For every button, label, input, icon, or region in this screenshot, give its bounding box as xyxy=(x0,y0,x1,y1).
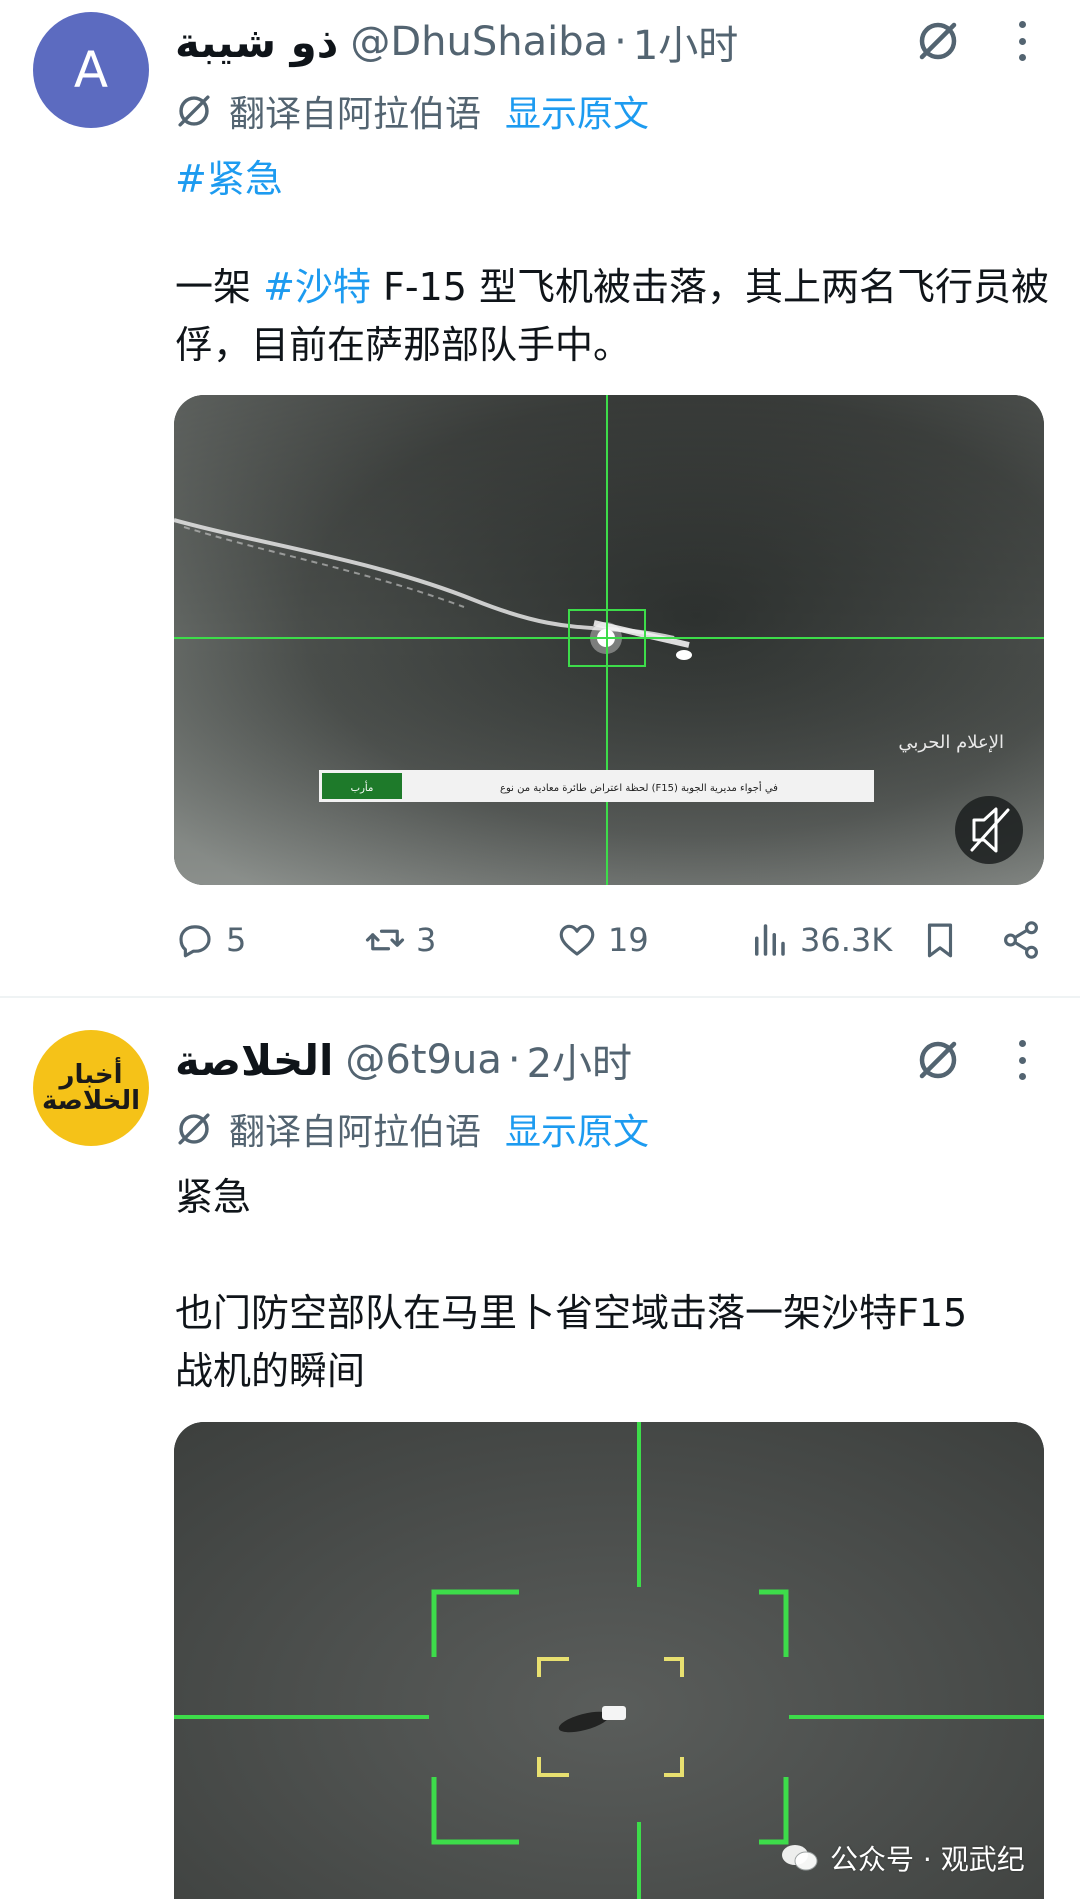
like-count: 19 xyxy=(608,921,649,959)
user-handle[interactable]: @DhuShaiba xyxy=(350,19,608,65)
grok-translate-icon xyxy=(178,1113,210,1145)
tweet-line-urgent: 紧急 xyxy=(175,1175,252,1219)
reply-icon xyxy=(179,925,211,958)
user-handle[interactable]: @6t9ua xyxy=(345,1037,501,1083)
views-icon xyxy=(755,924,785,956)
reply-button[interactable]: 5 xyxy=(174,910,246,970)
wechat-icon xyxy=(782,1845,818,1871)
more-options-icon[interactable] xyxy=(1016,1040,1028,1080)
translation-bar: 翻译自阿拉伯语 显示原文 xyxy=(175,86,649,136)
hashtag-link[interactable]: #沙特 xyxy=(263,265,371,309)
translation-bar: 翻译自阿拉伯语 显示原文 xyxy=(175,1104,649,1154)
show-original-link[interactable]: 显示原文 xyxy=(505,1103,649,1155)
grok-translate-icon xyxy=(178,95,210,127)
separator-dot: · xyxy=(507,1037,521,1083)
share-icon xyxy=(1004,921,1038,959)
tweet-header: ذو شيبة @DhuShaiba · 1小时 xyxy=(175,14,738,70)
hashtag-line: #紧急 xyxy=(175,150,1055,208)
repost-button[interactable]: 3 xyxy=(364,910,436,970)
video-player[interactable] xyxy=(174,1422,1044,1899)
bookmark-icon xyxy=(927,923,953,958)
display-name[interactable]: ذو شيبة xyxy=(175,18,338,67)
share-button[interactable] xyxy=(1000,910,1042,970)
reply-count: 5 xyxy=(226,921,247,959)
repost-icon xyxy=(365,929,405,951)
body-text: 一架 xyxy=(175,265,264,309)
view-count: 36.3K xyxy=(800,921,893,959)
tweet-actions: 5 3 19 36.3K xyxy=(174,910,1044,970)
avatar[interactable]: أخبار الخلاصة xyxy=(33,1030,149,1146)
tweet-1[interactable]: A ذو شيبة @DhuShaiba · 1小时 翻译自阿拉伯语 显示原文 … xyxy=(0,0,1080,998)
timestamp[interactable]: 2小时 xyxy=(527,1031,632,1089)
grok-icon[interactable] xyxy=(916,19,960,63)
avatar[interactable]: A xyxy=(33,12,149,128)
video-player[interactable]: الإعلام الحربي مأرب لحظة اعتراض طائرة مع… xyxy=(174,395,1044,885)
heart-icon xyxy=(559,924,595,956)
avatar-letter: A xyxy=(73,41,109,99)
channel-logo: الإعلام الحربي xyxy=(898,732,1004,753)
tweet-body: 一架 #沙特 F-15 型飞机被击落，其上两名飞行员被俘，目前在萨那部队手中。 xyxy=(175,258,1055,374)
tweet-2[interactable]: أخبار الخلاصة الخلاصة @6t9ua · 2小时 翻译自阿拉… xyxy=(0,1000,1080,1899)
hashtag-link[interactable]: #紧急 xyxy=(175,157,283,201)
grok-icon[interactable] xyxy=(916,1038,960,1082)
display-name[interactable]: الخلاصة xyxy=(175,1036,333,1085)
like-button[interactable]: 19 xyxy=(556,910,649,970)
tweet-divider xyxy=(0,996,1080,998)
mute-button[interactable] xyxy=(955,796,1023,864)
avatar-text-line1: أخبار xyxy=(59,1060,123,1090)
ticker-text: لحظة اعتراض طائرة معادية من نوع (F15) في… xyxy=(500,781,778,794)
more-options-icon[interactable] xyxy=(1016,21,1028,61)
watermark: 公众号 · 观武纪 xyxy=(780,1836,1025,1880)
video-frame: الإعلام الحربي مأرب لحظة اعتراض طائرة مع… xyxy=(174,395,1044,885)
separator-dot: · xyxy=(614,19,627,65)
repost-count: 3 xyxy=(416,921,437,959)
tweet-header: الخلاصة @6t9ua · 2小时 xyxy=(175,1032,632,1088)
avatar-text-line2: الخلاصة xyxy=(41,1086,141,1116)
translated-from-label: 翻译自阿拉伯语 xyxy=(229,94,482,135)
watermark-text: 公众号 · 观武纪 xyxy=(830,1843,1025,1876)
ticker-label: مأرب xyxy=(351,780,374,794)
translated-from-label: 翻译自阿拉伯语 xyxy=(229,1112,482,1153)
views-button[interactable]: 36.3K xyxy=(748,910,892,970)
video-frame xyxy=(174,1422,1044,1899)
timestamp[interactable]: 1小时 xyxy=(633,13,738,71)
tweet-body: 也门防空部队在马里卜省空域击落一架沙特F15战机的瞬间 xyxy=(175,1291,968,1393)
show-original-link[interactable]: 显示原文 xyxy=(505,85,649,137)
bookmark-button[interactable] xyxy=(919,910,961,970)
